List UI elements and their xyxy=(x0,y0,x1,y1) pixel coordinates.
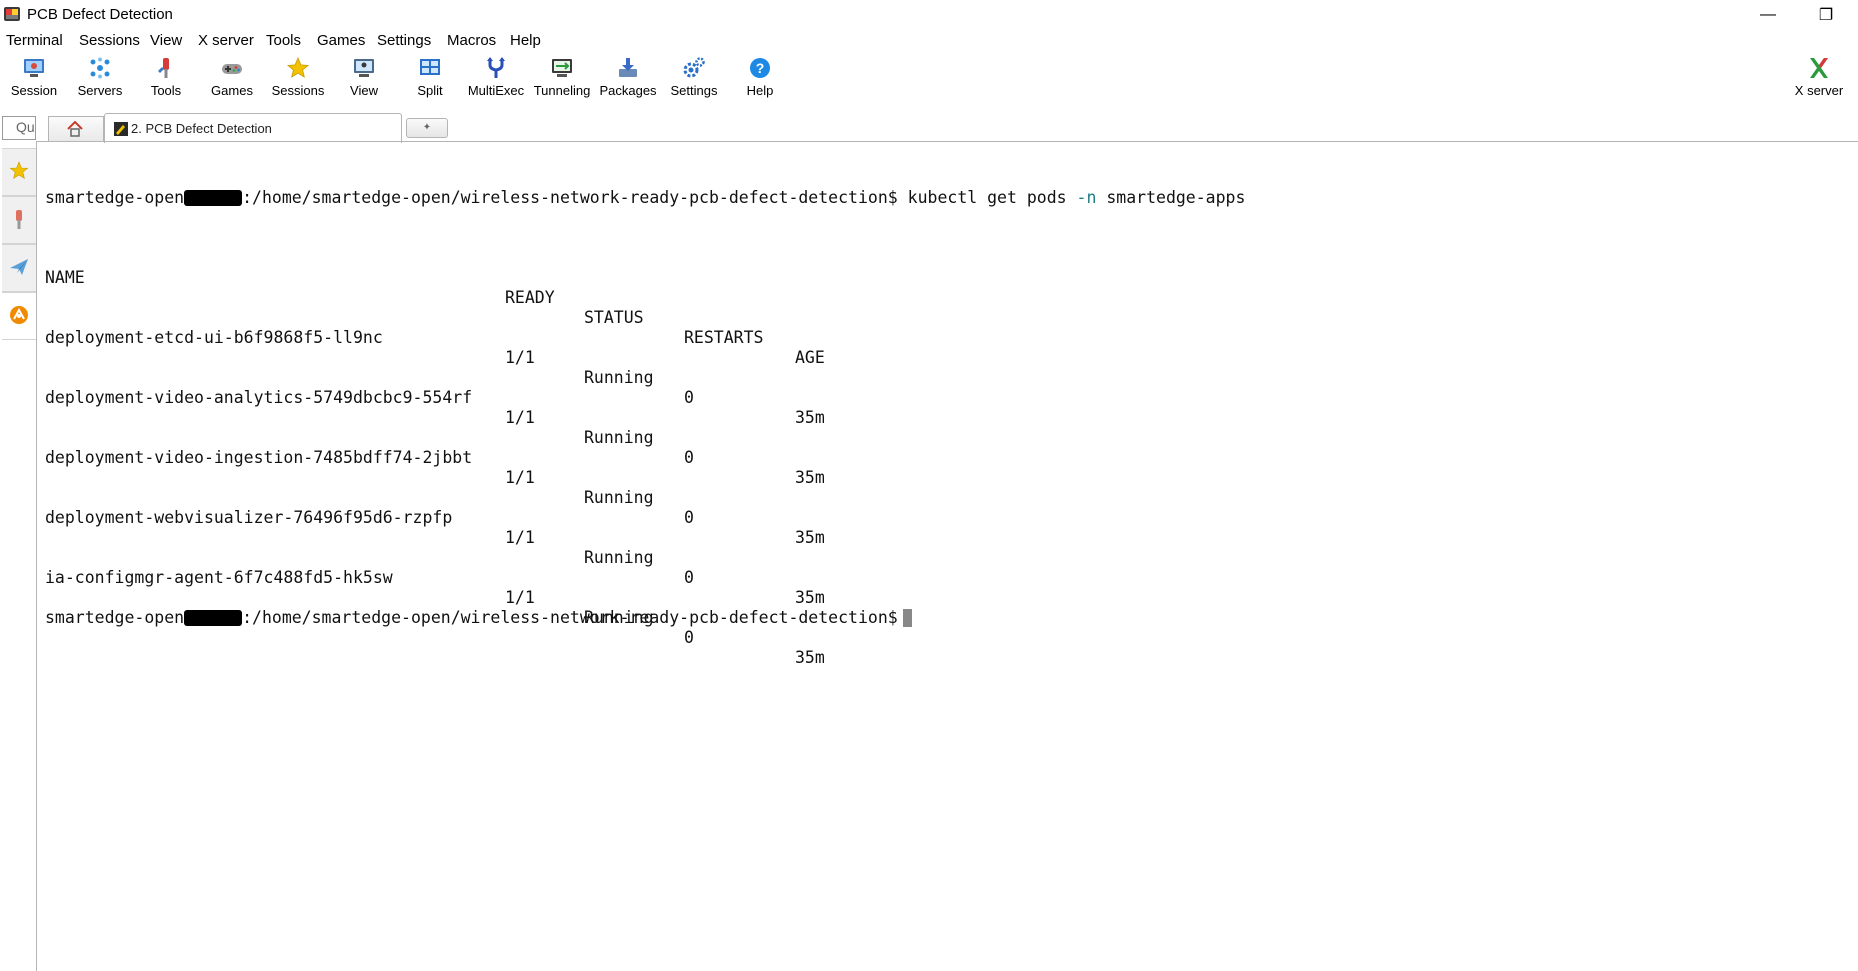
menu-help[interactable]: Help xyxy=(510,32,541,49)
menu-games[interactable]: Games xyxy=(317,32,365,49)
menu-settings[interactable]: Settings xyxy=(377,32,431,49)
menu-x-server[interactable]: X server xyxy=(198,32,254,49)
session-icon xyxy=(24,59,44,77)
servers-icon xyxy=(90,57,110,79)
left-sidebar xyxy=(0,142,37,971)
x-server-icon xyxy=(1810,58,1828,78)
multiexec-button[interactable]: MultiExec xyxy=(463,57,529,98)
paper-plane-icon xyxy=(10,259,28,275)
x-server-button[interactable]: X server xyxy=(1786,57,1852,98)
help-question-icon: ? xyxy=(750,58,770,78)
split-icon xyxy=(420,59,440,75)
redacted-hostname xyxy=(184,190,243,206)
tab-divider xyxy=(36,141,1858,142)
terminal-output[interactable]: smartedge-open:/home/smartedge-open/wire… xyxy=(45,148,1858,971)
terminal-cursor xyxy=(902,609,912,627)
window-title: PCB Defect Detection xyxy=(27,6,173,23)
tools-icon xyxy=(158,58,169,78)
star-icon xyxy=(9,161,29,180)
view-button[interactable]: View xyxy=(331,57,397,98)
games-button[interactable]: Games xyxy=(199,57,265,98)
quick-connect-input[interactable]: Qu xyxy=(2,116,36,140)
menu-macros[interactable]: Macros xyxy=(447,32,496,49)
packages-download-icon xyxy=(619,58,637,77)
servers-button[interactable]: Servers xyxy=(67,57,133,98)
view-icon xyxy=(354,59,374,77)
table-row: deployment-webvisualizer-76496f95d6-rzpf… xyxy=(45,508,825,607)
gear-icon xyxy=(683,57,705,78)
table-header-row: NAME READY STATUS RESTARTS AGE xyxy=(45,268,825,367)
star-icon xyxy=(286,57,310,78)
home-tab[interactable] xyxy=(48,116,104,141)
menu-view[interactable]: View xyxy=(150,32,182,49)
tools-icon xyxy=(16,210,22,229)
table-row: ia-configmgr-agent-6f7c488fd5-hk5sw 1/1 … xyxy=(45,568,825,667)
sidebar-tab-tools[interactable] xyxy=(2,196,36,244)
terminal-command-line: smartedge-open:/home/smartedge-open/wire… xyxy=(45,188,1246,207)
table-row: deployment-etcd-ui-b6f9868f5-ll9nc 1/1 R… xyxy=(45,328,825,427)
restore-button[interactable]: ❐ xyxy=(1803,0,1849,30)
svg-text:?: ? xyxy=(756,60,765,76)
toolbar: Session Servers Tools Games Sessions Vie… xyxy=(0,52,1858,110)
terminal-tab-icon xyxy=(114,122,128,136)
sessions-button[interactable]: Sessions xyxy=(265,57,331,98)
table-row: deployment-video-ingestion-7485bdff74-2j… xyxy=(45,448,825,547)
sidebar-tab-sessions[interactable] xyxy=(2,148,36,196)
tunneling-button[interactable]: Tunneling xyxy=(529,57,595,98)
tools-button[interactable]: Tools xyxy=(133,57,199,98)
table-row: deployment-video-analytics-5749dbcbc9-55… xyxy=(45,388,825,487)
tab-strip: Qu 2. PCB Defect Detection ✦ xyxy=(0,112,1858,143)
minimize-button[interactable]: — xyxy=(1745,0,1791,30)
split-button[interactable]: Split xyxy=(397,57,463,98)
sidebar-tab-sftp[interactable] xyxy=(2,244,36,292)
packages-button[interactable]: Packages xyxy=(595,57,661,98)
redacted-hostname xyxy=(184,610,243,626)
help-button[interactable]: ? Help xyxy=(727,57,793,98)
macros-icon xyxy=(10,306,28,324)
app-logo-icon xyxy=(4,7,20,21)
settings-button[interactable]: Settings xyxy=(661,57,727,98)
tab-pcb-defect-detection[interactable]: 2. PCB Defect Detection xyxy=(104,113,402,143)
menu-bar: Terminal Sessions View X server Tools Ga… xyxy=(0,30,1858,52)
gamepad-icon xyxy=(222,64,242,74)
menu-tools[interactable]: Tools xyxy=(266,32,301,49)
menu-terminal[interactable]: Terminal xyxy=(6,32,63,49)
menu-sessions[interactable]: Sessions xyxy=(79,32,140,49)
sidebar-tab-macros[interactable] xyxy=(2,292,36,340)
multiexec-fork-icon xyxy=(487,57,505,78)
session-button[interactable]: Session xyxy=(1,57,67,98)
tunneling-icon xyxy=(552,59,572,77)
terminal-prompt-line: smartedge-open:/home/smartedge-open/wire… xyxy=(45,608,1858,628)
home-icon xyxy=(67,120,83,137)
new-tab-button[interactable]: ✦ xyxy=(406,118,448,138)
title-bar: PCB Defect Detection — ❐ xyxy=(0,0,1858,30)
